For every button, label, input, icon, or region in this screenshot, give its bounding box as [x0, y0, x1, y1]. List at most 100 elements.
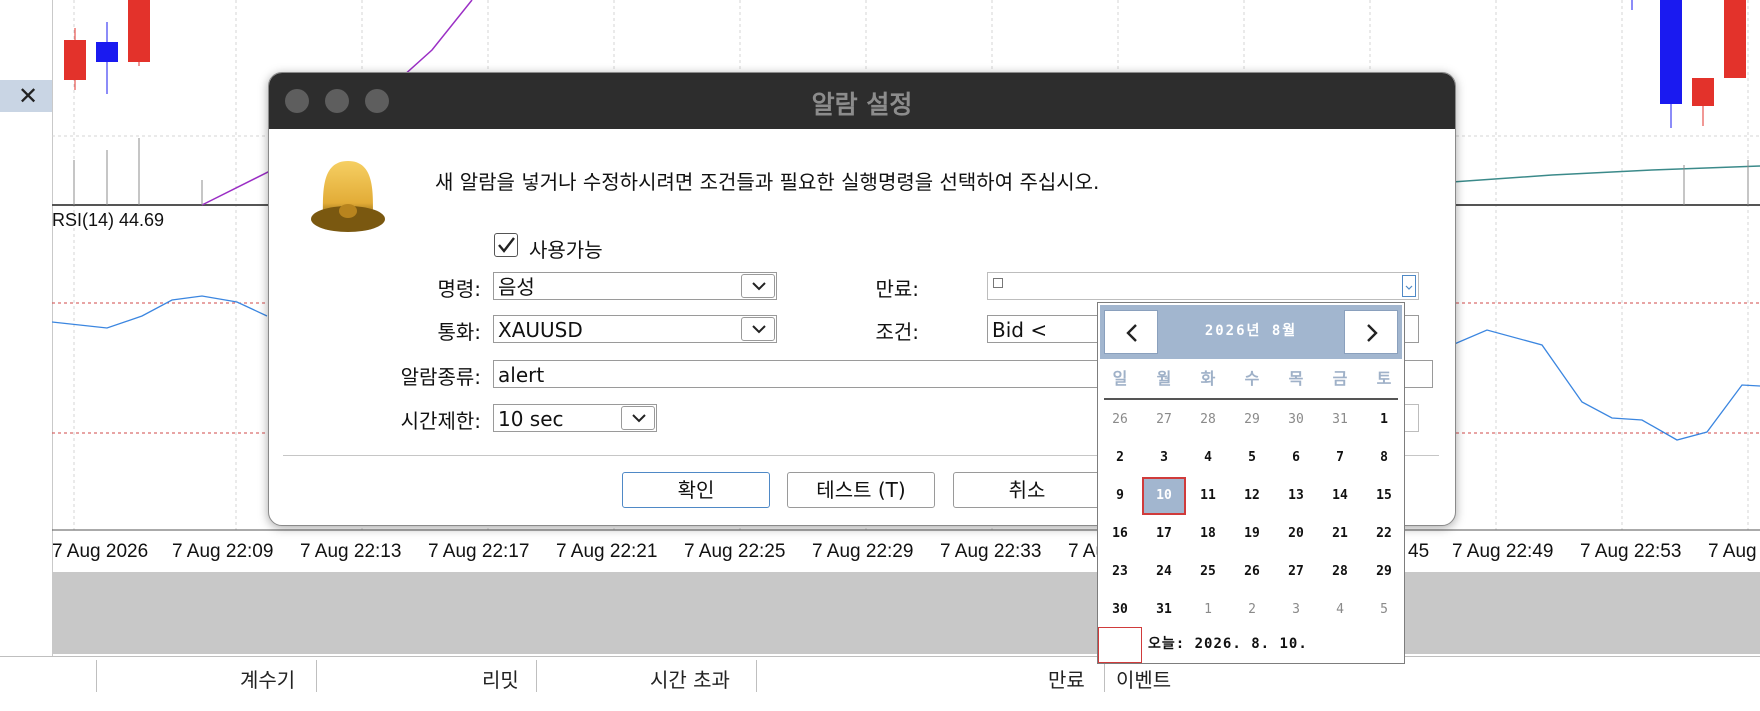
calendar-day[interactable]: 28: [1186, 401, 1230, 439]
calendar-day[interactable]: 11: [1186, 477, 1230, 515]
currency-dropdown-button[interactable]: [741, 317, 775, 341]
calendar-day[interactable]: 27: [1142, 401, 1186, 439]
expiry-date-field[interactable]: [987, 272, 1419, 300]
calendar-day[interactable]: 29: [1230, 401, 1274, 439]
expiry-dropdown-button[interactable]: [1402, 275, 1416, 297]
empty-panel: [52, 572, 1760, 654]
time-label: 45: [1408, 541, 1430, 562]
checkmark-icon: [498, 237, 515, 253]
calendar-day[interactable]: 3: [1142, 439, 1186, 477]
weekday-divider: [1104, 398, 1398, 400]
expiry-label: 만료:: [875, 277, 919, 301]
test-button[interactable]: 테스트 (T): [787, 472, 935, 508]
column-separator: [536, 660, 537, 692]
chevron-left-icon: [1126, 324, 1137, 342]
column-header-counter[interactable]: 계수기: [240, 664, 295, 693]
calendar-day[interactable]: 16: [1098, 515, 1142, 553]
currency-label: 통화:: [437, 320, 481, 344]
calendar-day[interactable]: 19: [1230, 515, 1274, 553]
chevron-down-icon: [632, 414, 646, 423]
column-separator: [96, 660, 97, 692]
time-limit-dropdown-button[interactable]: [621, 406, 655, 430]
today-marker[interactable]: [1098, 627, 1142, 663]
calendar-day[interactable]: 2: [1098, 439, 1142, 477]
time-label: 7 Aug 22:53: [1580, 541, 1682, 562]
calendar-day[interactable]: 31: [1318, 401, 1362, 439]
calendar-day[interactable]: 4: [1186, 439, 1230, 477]
next-month-button[interactable]: [1344, 310, 1398, 354]
enabled-label[interactable]: 사용가능: [529, 234, 603, 263]
column-header-limit[interactable]: 리밋: [482, 664, 519, 693]
command-select[interactable]: 음성: [493, 272, 777, 300]
alarm-type-value: alert: [498, 363, 545, 387]
alarm-type-label: 알람종류:: [400, 365, 481, 389]
calendar-day[interactable]: 13: [1274, 477, 1318, 515]
today-label[interactable]: 오늘: 2026. 8. 10.: [1148, 633, 1308, 653]
column-header-expiry[interactable]: 만료: [1048, 664, 1085, 693]
weekday-header: 금: [1332, 369, 1348, 388]
command-value: 음성: [498, 275, 535, 299]
weekday-header: 일: [1112, 369, 1128, 388]
calendar-day[interactable]: 29: [1362, 553, 1406, 591]
column-header-event[interactable]: 이벤트: [1116, 664, 1171, 693]
calendar-day[interactable]: 20: [1274, 515, 1318, 553]
cancel-button[interactable]: 취소: [953, 472, 1101, 508]
time-label: 7 Aug 22:25: [684, 541, 786, 562]
time-label: 7 Aug 2026: [52, 541, 149, 562]
prev-month-button[interactable]: [1104, 310, 1158, 354]
calendar-day[interactable]: 26: [1098, 401, 1142, 439]
calendar-day[interactable]: 30: [1274, 401, 1318, 439]
calendar-day[interactable]: 5: [1230, 439, 1274, 477]
enabled-checkbox[interactable]: [494, 233, 518, 257]
time-label: 7 Aug 22:21: [556, 541, 658, 562]
calendar-day[interactable]: 18: [1186, 515, 1230, 553]
calendar-day[interactable]: 5: [1362, 591, 1406, 629]
calendar-day-selected[interactable]: 10: [1142, 477, 1186, 515]
condition-label: 조건:: [875, 320, 919, 344]
calendar-month-title[interactable]: 2026년 8월: [1160, 320, 1342, 340]
time-limit-select[interactable]: 10 sec: [493, 404, 657, 432]
calendar-day[interactable]: 15: [1362, 477, 1406, 515]
command-dropdown-button[interactable]: [741, 274, 775, 298]
calendar-day[interactable]: 25: [1186, 553, 1230, 591]
currency-select[interactable]: XAUUSD: [493, 315, 777, 343]
calendar-day[interactable]: 21: [1318, 515, 1362, 553]
time-label: 7 Aug 22:09: [172, 541, 274, 562]
calendar-day[interactable]: 30: [1098, 591, 1142, 629]
calendar-day[interactable]: 9: [1098, 477, 1142, 515]
time-label: 7 Aug 22:17: [428, 541, 530, 562]
calendar-day[interactable]: 27: [1274, 553, 1318, 591]
weekday-header: 화: [1200, 369, 1216, 388]
calendar-day[interactable]: 23: [1098, 553, 1142, 591]
calendar-day[interactable]: 3: [1274, 591, 1318, 629]
close-icon[interactable]: ✕: [18, 82, 38, 110]
calendar-day[interactable]: 28: [1318, 553, 1362, 591]
ok-button[interactable]: 확인: [622, 472, 770, 508]
column-separator: [316, 660, 317, 692]
dialog-titlebar[interactable]: 알람 설정: [269, 73, 1455, 129]
calendar-day[interactable]: 14: [1318, 477, 1362, 515]
dialog-title: 알람 설정: [811, 90, 913, 119]
time-label: 7 Aug 22:29: [812, 541, 914, 562]
calendar-day[interactable]: 1: [1362, 401, 1406, 439]
calendar-day[interactable]: 7: [1318, 439, 1362, 477]
calendar-day[interactable]: 1: [1186, 591, 1230, 629]
calendar-day[interactable]: 8: [1362, 439, 1406, 477]
calendar-day[interactable]: 6: [1274, 439, 1318, 477]
calendar-day[interactable]: 2: [1230, 591, 1274, 629]
calendar-day[interactable]: 24: [1142, 553, 1186, 591]
calendar-day[interactable]: 22: [1362, 515, 1406, 553]
calendar-day[interactable]: 26: [1230, 553, 1274, 591]
calendar-day[interactable]: 4: [1318, 591, 1362, 629]
expiry-enable-checkbox[interactable]: [993, 278, 1003, 288]
weekday-header: 월: [1156, 369, 1172, 388]
time-label: 7 Aug 22:33: [940, 541, 1042, 562]
currency-value: XAUUSD: [498, 318, 583, 342]
time-label: 7 Aug 22:13: [300, 541, 402, 562]
time-label: 7 Aug: [1708, 541, 1757, 562]
calendar-day[interactable]: 31: [1142, 591, 1186, 629]
column-header-timeout[interactable]: 시간 초과: [650, 664, 730, 693]
calendar-day[interactable]: 12: [1230, 477, 1274, 515]
calendar-day[interactable]: 17: [1142, 515, 1186, 553]
column-separator: [756, 660, 757, 692]
